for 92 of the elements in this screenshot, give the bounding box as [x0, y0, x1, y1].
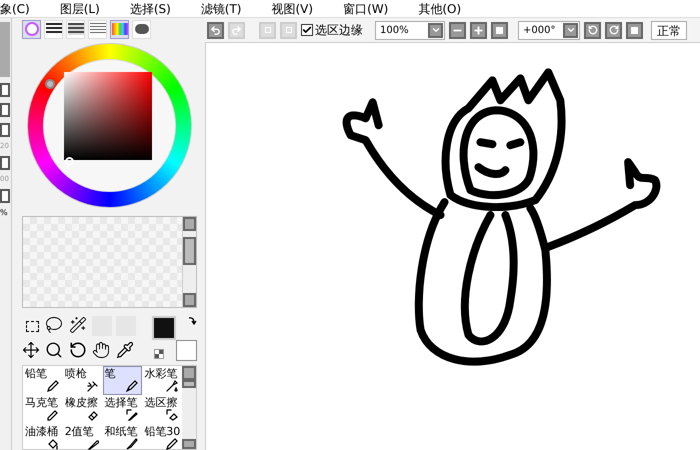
rotate-left-button[interactable] — [584, 22, 601, 38]
bars-icon — [46, 23, 62, 35]
color-wheel-icon — [24, 22, 38, 36]
brush-icon — [126, 438, 138, 450]
brush-tool[interactable]: 油漆桶 — [23, 424, 63, 450]
menu-item[interactable]: 图层(L) — [60, 0, 100, 18]
scroll-thumb[interactable] — [183, 237, 196, 265]
cut-button[interactable] — [0, 123, 10, 137]
zoom-icon[interactable] — [45, 340, 64, 358]
brush-icon — [126, 380, 138, 392]
reset-colors-icon[interactable] — [154, 349, 164, 359]
zoom-select[interactable]: 100% — [375, 20, 445, 40]
brush-tool[interactable]: 选区擦 — [142, 395, 182, 424]
eyedropper-icon[interactable] — [116, 340, 134, 358]
menu-item[interactable]: 其他(O) — [418, 0, 462, 18]
scroll-down-button[interactable] — [182, 439, 196, 449]
brush-tool[interactable]: 马克笔 — [23, 395, 63, 424]
swap-arrow-icon[interactable] — [187, 316, 197, 326]
lasso-icon[interactable] — [45, 316, 64, 334]
lines-icon — [90, 23, 106, 35]
zoom-in-button[interactable] — [470, 22, 487, 38]
checkbox-label[interactable]: 选区边缘 — [315, 21, 363, 39]
zoom-out-button[interactable] — [449, 22, 466, 38]
brush-tool[interactable]: 喷枪 — [62, 366, 102, 395]
scrollbar[interactable] — [182, 366, 196, 449]
cut-button[interactable] — [0, 156, 10, 170]
swatch-grid-icon — [112, 23, 128, 35]
brush-icon — [166, 438, 178, 450]
square-icon — [264, 27, 270, 33]
menu-item[interactable]: 滤镜(T) — [200, 0, 242, 18]
checkbox[interactable] — [301, 24, 313, 36]
brush-tool[interactable]: 选择笔 — [102, 395, 142, 424]
square-icon — [496, 26, 503, 34]
brush-icon — [126, 409, 138, 421]
canvas[interactable] — [205, 43, 700, 450]
dropdown-icon — [563, 22, 578, 38]
brush-tool[interactable]: 笔 — [102, 366, 142, 395]
brush-tool[interactable]: 橡皮擦 — [62, 395, 102, 424]
menu-item[interactable]: 选择(S) — [130, 0, 171, 18]
redo-icon — [231, 24, 242, 36]
rotation-select[interactable]: +000° — [518, 20, 580, 40]
background-color-swatch[interactable] — [176, 340, 197, 361]
brush-icon — [86, 380, 98, 392]
foreground-color-swatch[interactable] — [152, 316, 176, 340]
scroll-up-button[interactable] — [183, 217, 196, 231]
rotate-reset-button[interactable] — [626, 22, 643, 38]
brush-tool[interactable]: 水彩笔 — [142, 366, 182, 395]
panel-block — [0, 22, 10, 77]
brush-icon — [46, 380, 59, 392]
square-icon — [631, 26, 638, 34]
cut-button[interactable] — [0, 83, 10, 97]
rotate-right-icon — [608, 25, 618, 35]
brush-icon — [46, 409, 59, 421]
cut-button[interactable] — [0, 189, 10, 203]
blend-mode-select[interactable]: 正常 — [651, 20, 687, 40]
move-icon[interactable] — [22, 340, 40, 358]
magic-wand-icon[interactable] — [68, 316, 87, 334]
brush-icon — [86, 438, 98, 450]
brush-icon — [166, 380, 178, 392]
bars-icon — [68, 23, 84, 35]
menu-item[interactable]: 象(C) — [0, 0, 30, 18]
menu-item[interactable]: 窗口(W) — [343, 0, 388, 18]
cut-button[interactable] — [0, 103, 10, 117]
brush-tool[interactable]: 铅笔 — [23, 366, 63, 395]
dropdown-icon — [428, 22, 443, 38]
plus-icon — [473, 24, 484, 36]
scrollbar[interactable] — [182, 217, 196, 307]
undo-icon — [210, 24, 221, 36]
rotate-left-icon — [588, 25, 598, 35]
brush-icon — [166, 409, 178, 421]
scroll-up-button[interactable] — [182, 366, 196, 380]
hand-icon[interactable] — [92, 340, 110, 358]
rotate-icon[interactable] — [68, 340, 87, 358]
brush-icon — [86, 409, 98, 421]
menu-item[interactable]: 视图(V) — [272, 0, 314, 18]
brush-tool[interactable]: 铅笔30 — [142, 424, 182, 450]
undo-button[interactable] — [207, 22, 224, 38]
field-value: % — [0, 209, 8, 217]
brush-icon — [46, 438, 59, 450]
zoom-reset-button[interactable] — [491, 22, 508, 38]
scratchpad-icon — [134, 24, 148, 34]
scroll-thumb[interactable] — [182, 380, 196, 388]
color-mode-tab[interactable] — [22, 20, 41, 38]
brush-tool[interactable]: 2值笔 — [62, 424, 102, 450]
brush-tool[interactable]: 和纸笔 — [102, 424, 142, 450]
color-mode-tab[interactable] — [110, 20, 129, 38]
checkmark-icon — [302, 25, 312, 35]
square-icon — [286, 27, 292, 33]
color-handle[interactable] — [65, 157, 74, 166]
rotate-right-button[interactable] — [605, 22, 622, 38]
saturation-square[interactable] — [64, 72, 152, 160]
scroll-down-button[interactable] — [183, 293, 196, 307]
